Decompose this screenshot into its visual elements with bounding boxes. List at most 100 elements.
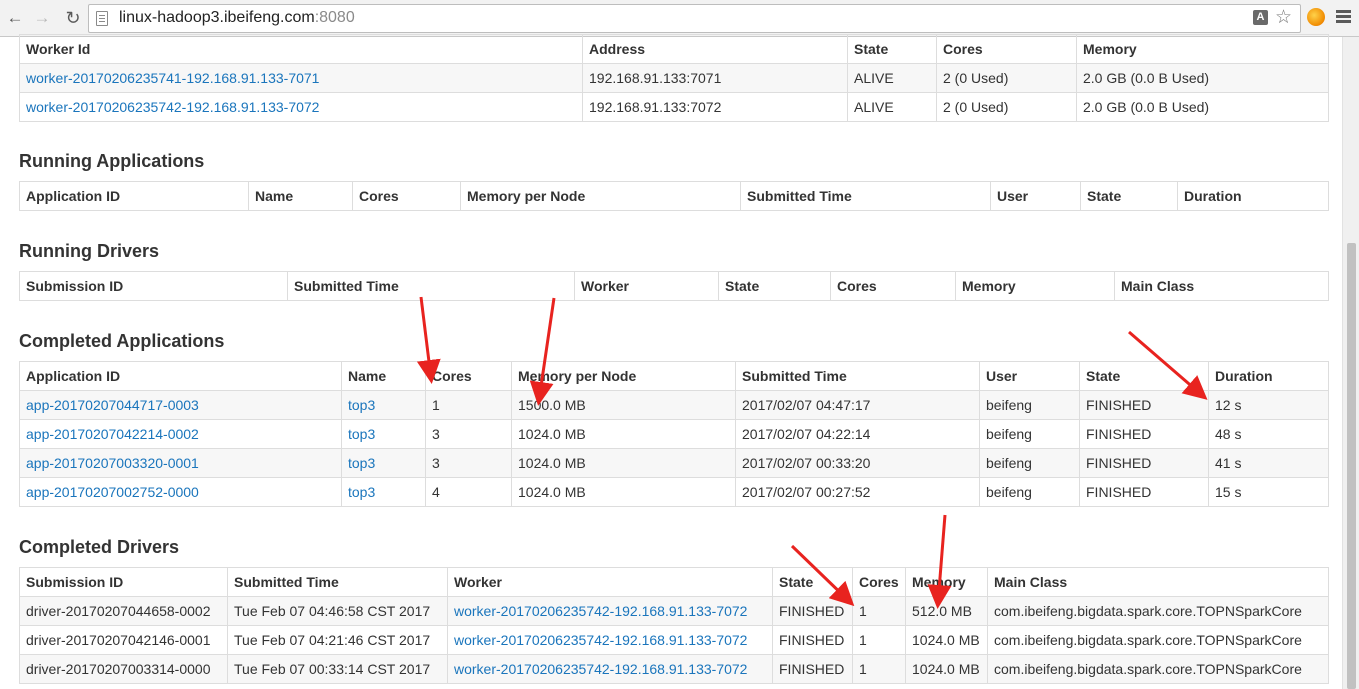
column-header[interactable]: Submitted Time	[735, 361, 980, 391]
table-header-row: Worker Id Address State Cores Memory	[19, 34, 1329, 64]
cell: FINISHED	[1079, 448, 1209, 478]
column-header[interactable]: Memory	[905, 567, 988, 597]
column-header[interactable]: Name	[341, 361, 426, 391]
column-header[interactable]: State	[1080, 181, 1178, 211]
column-header[interactable]: Cores	[830, 271, 956, 301]
cell: beifeng	[979, 477, 1080, 507]
column-header[interactable]: Memory per Node	[511, 361, 736, 391]
running-applications-table: Application ID Name Cores Memory per Nod…	[19, 181, 1329, 211]
vertical-scrollbar[interactable]	[1342, 37, 1359, 689]
cell: 1024.0 MB	[905, 654, 988, 684]
cell: 512.0 MB	[905, 596, 988, 626]
column-header[interactable]: Name	[248, 181, 353, 211]
cell: Tue Feb 07 04:46:58 CST 2017	[227, 596, 448, 626]
table-row: app-20170207042214-0002 top3 3 1024.0 MB…	[19, 419, 1329, 449]
column-header[interactable]: Worker Id	[19, 34, 583, 64]
column-header[interactable]: State	[1079, 361, 1209, 391]
workers-table: Worker Id Address State Cores Memory wor…	[19, 34, 1329, 122]
worker-link[interactable]: worker-20170206235742-192.168.91.133-707…	[454, 632, 747, 648]
table-row: app-20170207003320-0001 top3 3 1024.0 MB…	[19, 448, 1329, 478]
column-header[interactable]: Memory per Node	[460, 181, 741, 211]
cell: app-20170207003320-0001	[19, 448, 342, 478]
column-header[interactable]: Submission ID	[19, 567, 228, 597]
column-header[interactable]: Cores	[936, 34, 1077, 64]
worker-link[interactable]: worker-20170206235742-192.168.91.133-707…	[454, 661, 747, 677]
page-icon	[96, 11, 108, 26]
table-row: driver-20170207042146-0001 Tue Feb 07 04…	[19, 625, 1329, 655]
cell: top3	[341, 448, 426, 478]
table-row: worker-20170206235742-192.168.91.133-707…	[19, 92, 1329, 122]
column-header[interactable]: Duration	[1177, 181, 1329, 211]
column-header[interactable]: Submission ID	[19, 271, 288, 301]
cell: Tue Feb 07 04:21:46 CST 2017	[227, 625, 448, 655]
column-header[interactable]: Memory	[955, 271, 1115, 301]
cell: FINISHED	[772, 596, 853, 626]
cell: 192.168.91.133:7071	[582, 63, 848, 93]
cell: 48 s	[1208, 419, 1329, 449]
url-text[interactable]: linux-hadoop3.ibeifeng.com:8080	[119, 8, 355, 28]
column-header[interactable]: Worker	[574, 271, 719, 301]
back-arrow-icon[interactable]: ←	[4, 7, 26, 29]
cell: 41 s	[1208, 448, 1329, 478]
bookmark-star-icon[interactable]: ☆	[1275, 7, 1292, 29]
cell: FINISHED	[1079, 477, 1209, 507]
menu-icon[interactable]	[1336, 10, 1351, 13]
column-header[interactable]: Main Class	[1114, 271, 1329, 301]
column-header[interactable]: State	[718, 271, 831, 301]
column-header[interactable]: Main Class	[987, 567, 1329, 597]
app-id-link[interactable]: app-20170207042214-0002	[26, 426, 199, 442]
column-header[interactable]: User	[979, 361, 1080, 391]
cell: 12 s	[1208, 390, 1329, 420]
forward-arrow-icon[interactable]: →	[31, 7, 53, 29]
column-header[interactable]: State	[772, 567, 853, 597]
worker-link[interactable]: worker-20170206235742-192.168.91.133-707…	[454, 603, 747, 619]
worker-link[interactable]: worker-20170206235742-192.168.91.133-707…	[26, 99, 319, 115]
table-header-row: Application ID Name Cores Memory per Nod…	[19, 181, 1329, 211]
cell: top3	[341, 419, 426, 449]
cell: ALIVE	[847, 63, 937, 93]
extension-icon[interactable]	[1307, 8, 1325, 26]
app-name-link[interactable]: top3	[348, 484, 375, 500]
cell: app-20170207044717-0003	[19, 390, 342, 420]
translate-icon[interactable]: A	[1253, 10, 1268, 25]
column-header[interactable]: Cores	[852, 567, 906, 597]
column-header[interactable]: Worker	[447, 567, 773, 597]
cell: driver-20170207003314-0000	[19, 654, 228, 684]
cell: worker-20170206235741-192.168.91.133-707…	[19, 63, 583, 93]
column-header[interactable]: Application ID	[19, 181, 249, 211]
cell: 1	[852, 596, 906, 626]
app-id-link[interactable]: app-20170207002752-0000	[26, 484, 199, 500]
cell: FINISHED	[1079, 390, 1209, 420]
app-name-link[interactable]: top3	[348, 455, 375, 471]
table-row: app-20170207002752-0000 top3 4 1024.0 MB…	[19, 477, 1329, 507]
cell: worker-20170206235742-192.168.91.133-707…	[447, 654, 773, 684]
column-header[interactable]: Submitted Time	[227, 567, 448, 597]
cell: app-20170207042214-0002	[19, 419, 342, 449]
cell: app-20170207002752-0000	[19, 477, 342, 507]
scrollbar-thumb[interactable]	[1347, 243, 1356, 689]
column-header[interactable]: Cores	[352, 181, 461, 211]
cell: FINISHED	[1079, 419, 1209, 449]
app-name-link[interactable]: top3	[348, 426, 375, 442]
column-header[interactable]: Address	[582, 34, 848, 64]
app-id-link[interactable]: app-20170207044717-0003	[26, 397, 199, 413]
column-header[interactable]: State	[847, 34, 937, 64]
column-header[interactable]: Application ID	[19, 361, 342, 391]
cell: top3	[341, 390, 426, 420]
cell: 3	[425, 419, 512, 449]
cell: 2.0 GB (0.0 B Used)	[1076, 63, 1329, 93]
column-header[interactable]: Submitted Time	[740, 181, 991, 211]
worker-link[interactable]: worker-20170206235741-192.168.91.133-707…	[26, 70, 319, 86]
app-name-link[interactable]: top3	[348, 397, 375, 413]
address-bar[interactable]: linux-hadoop3.ibeifeng.com:8080 A ☆	[88, 4, 1301, 33]
cell: driver-20170207042146-0001	[19, 625, 228, 655]
column-header[interactable]: User	[990, 181, 1081, 211]
reload-icon[interactable]: ↻	[62, 7, 84, 29]
column-header[interactable]: Submitted Time	[287, 271, 575, 301]
browser-toolbar: ← → ↻ linux-hadoop3.ibeifeng.com:8080 A …	[0, 0, 1359, 37]
column-header[interactable]: Duration	[1208, 361, 1329, 391]
cell: worker-20170206235742-192.168.91.133-707…	[447, 625, 773, 655]
column-header[interactable]: Cores	[425, 361, 512, 391]
column-header[interactable]: Memory	[1076, 34, 1329, 64]
app-id-link[interactable]: app-20170207003320-0001	[26, 455, 199, 471]
